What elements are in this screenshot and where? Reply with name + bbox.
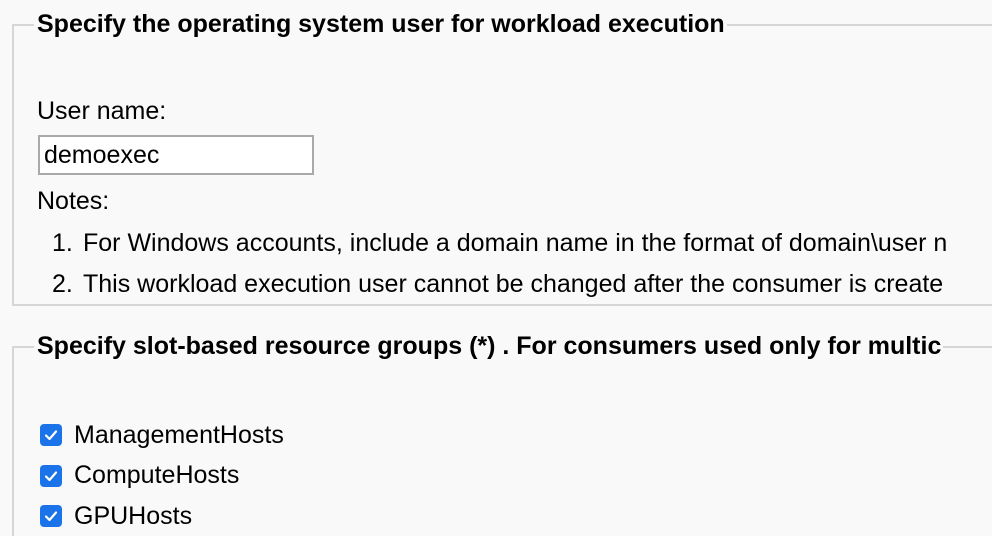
checkmark-icon	[44, 511, 58, 522]
checkmark-icon	[44, 471, 58, 481]
os-user-fieldset: Specify the operating system user for wo…	[12, 12, 992, 306]
notes-list: 1. For Windows accounts, include a domai…	[52, 223, 947, 305]
note-number: 2.	[52, 270, 73, 298]
user-name-label: User name:	[37, 97, 167, 125]
resource-group-list: ManagementHosts ComputeHosts GPUHosts	[40, 415, 284, 536]
resource-groups-fieldset: Specify slot-based resource groups (*) .…	[12, 334, 992, 536]
gpu-hosts-label: GPUHosts	[74, 501, 193, 530]
gpu-hosts-checkbox[interactable]	[40, 505, 62, 528]
notes-label: Notes:	[37, 187, 110, 215]
compute-hosts-label: ComputeHosts	[74, 461, 240, 490]
resource-groups-legend: Specify slot-based resource groups (*) .…	[37, 332, 942, 360]
management-hosts-checkbox[interactable]	[40, 424, 62, 447]
consumer-settings-page: Specify the operating system user for wo…	[0, 0, 992, 536]
note-text: This workload execution user cannot be c…	[83, 270, 944, 298]
resource-group-gpu-hosts[interactable]: GPUHosts	[40, 496, 284, 536]
note-item: 2. This workload execution user cannot b…	[52, 264, 947, 305]
resource-group-management-hosts[interactable]: ManagementHosts	[40, 415, 284, 456]
note-text: For Windows accounts, include a domain n…	[83, 229, 948, 257]
user-name-input[interactable]	[38, 135, 314, 175]
compute-hosts-checkbox[interactable]	[40, 464, 62, 487]
note-number: 1.	[52, 229, 73, 257]
os-user-legend: Specify the operating system user for wo…	[37, 10, 725, 38]
resource-group-compute-hosts[interactable]: ComputeHosts	[40, 456, 284, 497]
checkmark-icon	[44, 430, 58, 441]
note-item: 1. For Windows accounts, include a domai…	[52, 223, 947, 264]
management-hosts-label: ManagementHosts	[74, 420, 284, 449]
